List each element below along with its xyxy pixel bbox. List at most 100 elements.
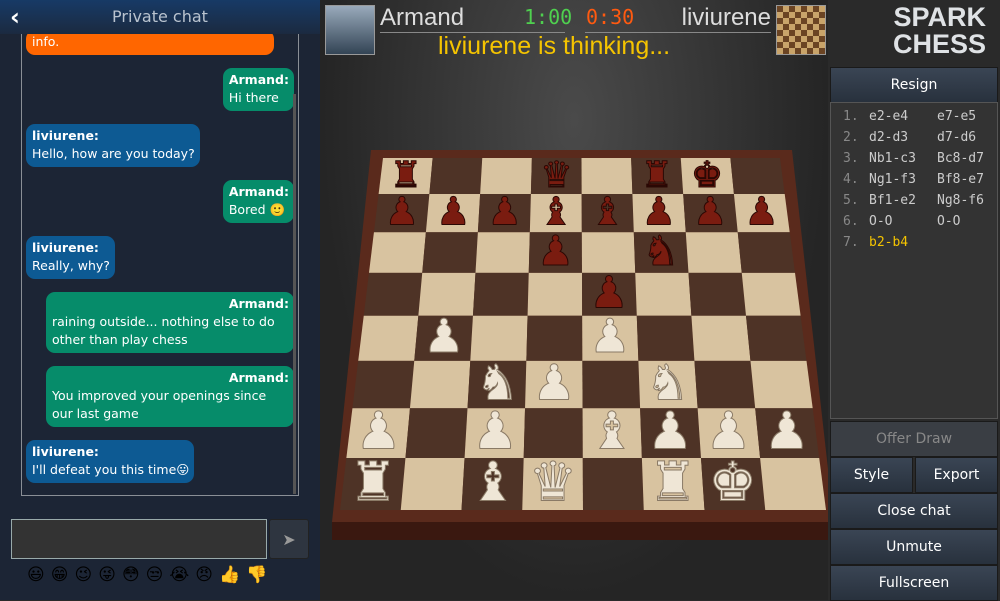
white-move[interactable]: d2-d3	[869, 130, 937, 151]
black-move[interactable]: O-O	[937, 214, 960, 235]
move-row: 3. Nb1-c3 Bc8-d7	[843, 151, 997, 172]
emoji-flushed-icon[interactable]: 😳	[122, 565, 140, 585]
white-move[interactable]: e2-e4	[869, 109, 937, 130]
white-rook-piece[interactable]: ♜	[648, 450, 698, 514]
message-list[interactable]: info. Armand: Hi there liviurene: Hello, h…	[21, 34, 299, 496]
board-square[interactable]	[635, 272, 692, 316]
white-bishop-piece[interactable]: ♝	[588, 401, 635, 462]
white-move[interactable]: O-O	[869, 214, 937, 235]
white-rook-piece[interactable]: ♜	[348, 450, 398, 514]
board-square[interactable]	[527, 272, 583, 316]
white-bishop-piece[interactable]: ♝	[468, 450, 518, 514]
white-king-piece[interactable]: ♚	[708, 450, 758, 514]
chess-board[interactable]: ♜ ♛ ♜ ♚♝ ♝♟ ♟ ♟ ♟ ♟ ♟♞♟♟♟ ♟♞ ♞♟♝♟ ♟ ♟ ♟ ♟♜ ♝ ♛ ♜ ♚	[320, 0, 828, 600]
black-bishop-piece[interactable]: ♝	[590, 189, 626, 235]
board-square[interactable]	[737, 232, 796, 273]
board-square[interactable]	[691, 315, 751, 361]
white-move[interactable]: Ng1-f3	[869, 172, 937, 193]
black-pawn-piece[interactable]: ♟	[384, 189, 420, 235]
emoji-grin-icon[interactable]: 😁	[51, 565, 69, 585]
white-pawn-piece[interactable]: ♟	[589, 309, 632, 364]
move-row: 7. b2-b4	[843, 235, 997, 256]
sparkchess-logo: SPARK CHESS	[892, 2, 986, 59]
player-avatar-black	[776, 5, 826, 55]
board-square[interactable]	[422, 232, 478, 273]
black-move[interactable]: e7-e5	[937, 109, 976, 130]
emoji-smiley-icon[interactable]: 😃	[27, 565, 45, 585]
move-number: 5.	[843, 193, 859, 208]
black-pawn-piece[interactable]: ♟	[487, 189, 523, 235]
emoji-wink-icon[interactable]: 😉	[74, 565, 92, 585]
board-square[interactable]	[363, 272, 423, 316]
game-area: ♜ ♛ ♜ ♚ ♝ ♝ ♟ ♟ ♟ ♟ ♟ ♟ ♞ ♟ ♟ ♟ ♟ ♞ ♞ ♟ ♝ ♟ ♟ ♟ ♟ ♟ ♜ ♝ ♛ ♜ ♚	[320, 0, 828, 600]
emoji-unamused-icon[interactable]: 😒	[146, 565, 164, 585]
black-move[interactable]: Ng8-f6	[937, 193, 984, 214]
board-square[interactable]	[688, 272, 747, 316]
black-knight-piece[interactable]: ♞	[642, 226, 680, 275]
close-chat-button[interactable]: Close chat	[830, 493, 998, 529]
board-square[interactable]	[480, 158, 532, 194]
move-number: 6.	[843, 214, 859, 229]
black-pawn-piece[interactable]: ♟	[744, 189, 780, 235]
board-square[interactable]	[429, 158, 483, 194]
chat-panel: ‹ Private chat info. Armand: Hi there liv…	[0, 0, 320, 600]
white-move[interactable]: b2-b4	[869, 235, 937, 256]
board-square[interactable]	[746, 315, 807, 361]
board-square[interactable]	[368, 232, 426, 273]
move-row: 2. d2-d3 d7-d6	[843, 130, 997, 151]
player-avatar-white	[325, 5, 375, 55]
board-square[interactable]	[472, 272, 529, 316]
emoji-tongue-icon[interactable]: 😜	[98, 565, 116, 585]
chevron-left-icon[interactable]: ‹	[10, 0, 20, 34]
board-square[interactable]	[400, 458, 465, 510]
chat-input[interactable]	[11, 519, 267, 559]
thumbs-down-icon[interactable]: 👎	[246, 565, 267, 585]
white-pawn-piece[interactable]: ♟	[423, 309, 466, 364]
white-pawn-piece[interactable]: ♟	[532, 354, 577, 412]
send-button[interactable]: ➤	[269, 519, 309, 559]
board-square[interactable]	[581, 158, 633, 194]
unmute-button[interactable]: Unmute	[830, 529, 998, 565]
board-square[interactable]	[358, 315, 419, 361]
white-move[interactable]: Nb1-c3	[869, 151, 937, 172]
chat-message: Armand: You improved your openings since …	[46, 366, 294, 427]
chat-message: liviurene: Really, why?	[26, 236, 115, 279]
board-square[interactable]	[405, 408, 468, 458]
white-queen-piece[interactable]: ♛	[528, 450, 578, 514]
black-move[interactable]: Bf8-e7	[937, 172, 984, 193]
chat-message: Armand: Bored 🙂	[222, 180, 294, 223]
white-pawn-piece[interactable]: ♟	[763, 401, 810, 462]
board-square[interactable]	[741, 272, 801, 316]
offer-draw-button[interactable]: Offer Draw	[830, 421, 998, 457]
chat-message: Armand: raining outside... nothing else t…	[46, 292, 294, 353]
scrollbar[interactable]	[293, 94, 296, 494]
board-square[interactable]	[475, 232, 530, 273]
board-square[interactable]	[685, 232, 742, 273]
resign-button[interactable]: Resign	[830, 67, 998, 103]
emoji-angry-icon[interactable]: 😠	[195, 565, 213, 585]
black-move[interactable]: Bc8-d7	[937, 151, 984, 172]
emoji-crying-icon[interactable]: 😭	[169, 565, 189, 585]
board-square[interactable]	[582, 458, 644, 510]
move-row: 4. Ng1-f3 Bf8-e7	[843, 172, 997, 193]
style-button[interactable]: Style	[830, 457, 913, 493]
move-row: 6. O-O O-O	[843, 214, 997, 235]
white-move[interactable]: Bf1-e2	[869, 193, 937, 214]
move-number: 3.	[843, 151, 859, 166]
fullscreen-button[interactable]: Fullscreen	[830, 565, 998, 601]
black-pawn-piece[interactable]: ♟	[692, 189, 728, 235]
chat-header: ‹ Private chat	[0, 0, 320, 34]
move-number: 4.	[843, 172, 859, 187]
move-row: 1. e2-e4 e7-e5	[843, 109, 997, 130]
move-number: 1.	[843, 109, 859, 124]
board-square[interactable]	[760, 458, 826, 510]
black-move[interactable]: d7-d6	[937, 130, 976, 151]
board-square[interactable]	[730, 158, 785, 194]
emoji-bar: 😃 😁 😉 😜 😳 😒 😭 😠 👍 👎	[27, 565, 267, 585]
board-square[interactable]	[409, 360, 471, 409]
move-number: 2.	[843, 130, 859, 145]
export-button[interactable]: Export	[915, 457, 998, 493]
black-pawn-piece[interactable]: ♟	[436, 189, 472, 235]
black-pawn-piece[interactable]: ♟	[537, 226, 575, 275]
thumbs-up-icon[interactable]: 👍	[219, 565, 240, 585]
